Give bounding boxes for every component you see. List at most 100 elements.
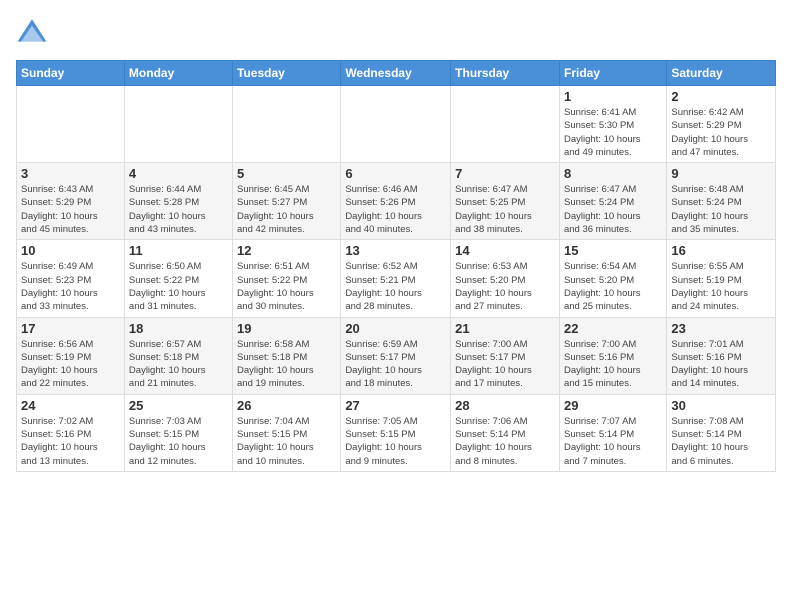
calendar-day-cell: 14 Sunrise: 6:53 AM Sunset: 5:20 PM Dayli… bbox=[451, 240, 560, 317]
calendar-day-cell: 21 Sunrise: 7:00 AM Sunset: 5:17 PM Dayli… bbox=[451, 317, 560, 394]
day-info: Sunrise: 6:44 AM Sunset: 5:28 PM Dayligh… bbox=[129, 183, 228, 236]
day-number: 3 bbox=[21, 166, 120, 181]
day-number: 29 bbox=[564, 398, 662, 413]
calendar-page: SundayMondayTuesdayWednesdayThursdayFrid… bbox=[0, 0, 792, 488]
day-info: Sunrise: 6:53 AM Sunset: 5:20 PM Dayligh… bbox=[455, 260, 555, 313]
day-info: Sunrise: 6:45 AM Sunset: 5:27 PM Dayligh… bbox=[237, 183, 336, 236]
calendar-day-cell: 28 Sunrise: 7:06 AM Sunset: 5:14 PM Dayli… bbox=[451, 394, 560, 471]
day-info: Sunrise: 7:05 AM Sunset: 5:15 PM Dayligh… bbox=[345, 415, 446, 468]
day-info: Sunrise: 7:00 AM Sunset: 5:17 PM Dayligh… bbox=[455, 338, 555, 391]
calendar-day-cell bbox=[341, 86, 451, 163]
day-number: 17 bbox=[21, 321, 120, 336]
calendar-day-cell: 25 Sunrise: 7:03 AM Sunset: 5:15 PM Dayli… bbox=[124, 394, 232, 471]
calendar-day-cell: 16 Sunrise: 6:55 AM Sunset: 5:19 PM Dayli… bbox=[667, 240, 776, 317]
day-info: Sunrise: 6:41 AM Sunset: 5:30 PM Dayligh… bbox=[564, 106, 662, 159]
day-info: Sunrise: 6:48 AM Sunset: 5:24 PM Dayligh… bbox=[671, 183, 771, 236]
weekday-header-monday: Monday bbox=[124, 61, 232, 86]
day-number: 18 bbox=[129, 321, 228, 336]
day-number: 25 bbox=[129, 398, 228, 413]
calendar-week-row: 17 Sunrise: 6:56 AM Sunset: 5:19 PM Dayli… bbox=[17, 317, 776, 394]
calendar-day-cell: 5 Sunrise: 6:45 AM Sunset: 5:27 PM Daylig… bbox=[233, 163, 341, 240]
weekday-header-saturday: Saturday bbox=[667, 61, 776, 86]
day-number: 14 bbox=[455, 243, 555, 258]
day-number: 16 bbox=[671, 243, 771, 258]
calendar-day-cell: 2 Sunrise: 6:42 AM Sunset: 5:29 PM Daylig… bbox=[667, 86, 776, 163]
weekday-header-row: SundayMondayTuesdayWednesdayThursdayFrid… bbox=[17, 61, 776, 86]
day-info: Sunrise: 6:56 AM Sunset: 5:19 PM Dayligh… bbox=[21, 338, 120, 391]
day-info: Sunrise: 7:03 AM Sunset: 5:15 PM Dayligh… bbox=[129, 415, 228, 468]
day-info: Sunrise: 7:00 AM Sunset: 5:16 PM Dayligh… bbox=[564, 338, 662, 391]
calendar-week-row: 10Sunrise: 6:49 AM Sunset: 5:23 PM Dayli… bbox=[17, 240, 776, 317]
calendar-week-row: 24 Sunrise: 7:02 AM Sunset: 5:16 PM Dayli… bbox=[17, 394, 776, 471]
day-number: 13 bbox=[345, 243, 446, 258]
calendar-day-cell: 27 Sunrise: 7:05 AM Sunset: 5:15 PM Dayli… bbox=[341, 394, 451, 471]
calendar-day-cell: 13Sunrise: 6:52 AM Sunset: 5:21 PM Dayli… bbox=[341, 240, 451, 317]
day-info: Sunrise: 6:49 AM Sunset: 5:23 PM Dayligh… bbox=[21, 260, 120, 313]
day-number: 1 bbox=[564, 89, 662, 104]
calendar-day-cell bbox=[233, 86, 341, 163]
calendar-day-cell: 22 Sunrise: 7:00 AM Sunset: 5:16 PM Dayli… bbox=[559, 317, 666, 394]
day-info: Sunrise: 6:59 AM Sunset: 5:17 PM Dayligh… bbox=[345, 338, 446, 391]
day-info: Sunrise: 6:43 AM Sunset: 5:29 PM Dayligh… bbox=[21, 183, 120, 236]
calendar-day-cell: 10Sunrise: 6:49 AM Sunset: 5:23 PM Dayli… bbox=[17, 240, 125, 317]
day-info: Sunrise: 7:01 AM Sunset: 5:16 PM Dayligh… bbox=[671, 338, 771, 391]
page-header bbox=[16, 16, 776, 48]
calendar-day-cell: 17 Sunrise: 6:56 AM Sunset: 5:19 PM Dayli… bbox=[17, 317, 125, 394]
day-info: Sunrise: 6:47 AM Sunset: 5:24 PM Dayligh… bbox=[564, 183, 662, 236]
calendar-day-cell: 29 Sunrise: 7:07 AM Sunset: 5:14 PM Dayli… bbox=[559, 394, 666, 471]
calendar-table: SundayMondayTuesdayWednesdayThursdayFrid… bbox=[16, 60, 776, 472]
calendar-day-cell: 23 Sunrise: 7:01 AM Sunset: 5:16 PM Dayli… bbox=[667, 317, 776, 394]
day-number: 2 bbox=[671, 89, 771, 104]
day-number: 15 bbox=[564, 243, 662, 258]
day-number: 5 bbox=[237, 166, 336, 181]
calendar-day-cell: 26 Sunrise: 7:04 AM Sunset: 5:15 PM Dayli… bbox=[233, 394, 341, 471]
day-number: 24 bbox=[21, 398, 120, 413]
calendar-week-row: 1 Sunrise: 6:41 AM Sunset: 5:30 PM Daylig… bbox=[17, 86, 776, 163]
weekday-header-wednesday: Wednesday bbox=[341, 61, 451, 86]
logo-icon bbox=[16, 16, 48, 48]
calendar-day-cell: 8Sunrise: 6:47 AM Sunset: 5:24 PM Daylig… bbox=[559, 163, 666, 240]
day-number: 11 bbox=[129, 243, 228, 258]
calendar-day-cell: 4 Sunrise: 6:44 AM Sunset: 5:28 PM Daylig… bbox=[124, 163, 232, 240]
calendar-week-row: 3 Sunrise: 6:43 AM Sunset: 5:29 PM Daylig… bbox=[17, 163, 776, 240]
calendar-day-cell bbox=[451, 86, 560, 163]
calendar-day-cell: 15Sunrise: 6:54 AM Sunset: 5:20 PM Dayli… bbox=[559, 240, 666, 317]
day-info: Sunrise: 7:06 AM Sunset: 5:14 PM Dayligh… bbox=[455, 415, 555, 468]
day-number: 20 bbox=[345, 321, 446, 336]
day-number: 28 bbox=[455, 398, 555, 413]
calendar-day-cell: 24 Sunrise: 7:02 AM Sunset: 5:16 PM Dayli… bbox=[17, 394, 125, 471]
calendar-day-cell: 11 Sunrise: 6:50 AM Sunset: 5:22 PM Dayli… bbox=[124, 240, 232, 317]
calendar-day-cell: 19Sunrise: 6:58 AM Sunset: 5:18 PM Dayli… bbox=[233, 317, 341, 394]
day-info: Sunrise: 6:50 AM Sunset: 5:22 PM Dayligh… bbox=[129, 260, 228, 313]
day-number: 27 bbox=[345, 398, 446, 413]
calendar-day-cell: 12Sunrise: 6:51 AM Sunset: 5:22 PM Dayli… bbox=[233, 240, 341, 317]
day-number: 23 bbox=[671, 321, 771, 336]
calendar-day-cell bbox=[17, 86, 125, 163]
weekday-header-tuesday: Tuesday bbox=[233, 61, 341, 86]
day-number: 4 bbox=[129, 166, 228, 181]
weekday-header-sunday: Sunday bbox=[17, 61, 125, 86]
day-info: Sunrise: 6:55 AM Sunset: 5:19 PM Dayligh… bbox=[671, 260, 771, 313]
weekday-header-friday: Friday bbox=[559, 61, 666, 86]
day-info: Sunrise: 7:08 AM Sunset: 5:14 PM Dayligh… bbox=[671, 415, 771, 468]
day-number: 26 bbox=[237, 398, 336, 413]
calendar-day-cell: 30Sunrise: 7:08 AM Sunset: 5:14 PM Dayli… bbox=[667, 394, 776, 471]
calendar-day-cell: 18Sunrise: 6:57 AM Sunset: 5:18 PM Dayli… bbox=[124, 317, 232, 394]
day-number: 22 bbox=[564, 321, 662, 336]
day-number: 7 bbox=[455, 166, 555, 181]
day-info: Sunrise: 6:58 AM Sunset: 5:18 PM Dayligh… bbox=[237, 338, 336, 391]
day-number: 21 bbox=[455, 321, 555, 336]
day-info: Sunrise: 7:07 AM Sunset: 5:14 PM Dayligh… bbox=[564, 415, 662, 468]
day-info: Sunrise: 6:47 AM Sunset: 5:25 PM Dayligh… bbox=[455, 183, 555, 236]
day-info: Sunrise: 7:04 AM Sunset: 5:15 PM Dayligh… bbox=[237, 415, 336, 468]
calendar-day-cell bbox=[124, 86, 232, 163]
day-number: 9 bbox=[671, 166, 771, 181]
calendar-day-cell: 7 Sunrise: 6:47 AM Sunset: 5:25 PM Daylig… bbox=[451, 163, 560, 240]
calendar-day-cell: 3 Sunrise: 6:43 AM Sunset: 5:29 PM Daylig… bbox=[17, 163, 125, 240]
day-info: Sunrise: 6:46 AM Sunset: 5:26 PM Dayligh… bbox=[345, 183, 446, 236]
day-info: Sunrise: 6:51 AM Sunset: 5:22 PM Dayligh… bbox=[237, 260, 336, 313]
calendar-day-cell: 9 Sunrise: 6:48 AM Sunset: 5:24 PM Daylig… bbox=[667, 163, 776, 240]
day-info: Sunrise: 7:02 AM Sunset: 5:16 PM Dayligh… bbox=[21, 415, 120, 468]
day-info: Sunrise: 6:42 AM Sunset: 5:29 PM Dayligh… bbox=[671, 106, 771, 159]
weekday-header-thursday: Thursday bbox=[451, 61, 560, 86]
